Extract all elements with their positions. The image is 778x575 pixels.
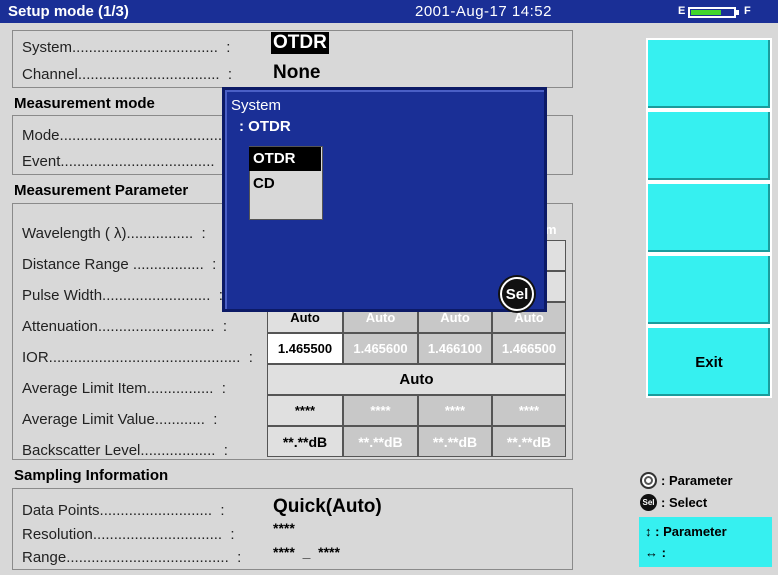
average-limit-value-cell-1[interactable]: **** [267, 395, 343, 426]
attenuation-label: Attenuation............................ … [22, 318, 228, 335]
battery-empty-label: E [678, 5, 686, 17]
average-limit-item-label: Average Limit Item................ : [22, 380, 226, 397]
channel-value[interactable]: None [273, 62, 321, 84]
mode-label: Mode....................................… [22, 127, 235, 144]
sel-button-label: Sel [505, 285, 529, 303]
legend-updown-label: : Parameter [655, 524, 727, 539]
range-label: Range...................................… [22, 549, 242, 566]
left-right-arrow-icon: ↔ [645, 545, 658, 560]
wavelength-label: Wavelength ( λ)................ : [22, 225, 206, 242]
measurement-parameter-title: Measurement Parameter [14, 182, 189, 199]
channel-label: Channel.................................… [22, 66, 233, 83]
battery-icon [688, 7, 736, 18]
up-down-arrow-icon: ↕ [645, 524, 652, 539]
average-limit-value-cell-3[interactable]: **** [418, 395, 492, 426]
battery-level [691, 10, 721, 15]
popup-option-otdr[interactable]: OTDR [249, 147, 321, 171]
pulse-width-label: Pulse Width.......................... : [22, 287, 223, 304]
system-select-popup: System : OTDR OTDR CD Sel [222, 87, 547, 312]
title-bar: Setup mode (1/3) 2001-Aug-17 14:52 E F [0, 0, 778, 23]
sel-button-icon[interactable]: Sel [500, 277, 534, 311]
function-key-3[interactable] [646, 182, 772, 254]
legend-parameter-label: : Parameter [661, 473, 733, 488]
function-key-1[interactable] [646, 38, 772, 110]
popup-current-value: : OTDR [239, 118, 291, 135]
range-value: **** _ **** [273, 544, 340, 560]
screen-title: Setup mode (1/3) [8, 3, 129, 20]
system-value[interactable]: OTDR [271, 32, 329, 54]
legend-leftright: ↔ : [645, 545, 666, 560]
measurement-mode-title: Measurement mode [14, 95, 155, 112]
backscatter-cell-4[interactable]: **.**dB [492, 426, 566, 457]
average-limit-value-cell-4[interactable]: **** [492, 395, 566, 426]
system-label: System..................................… [22, 39, 231, 56]
legend-arrow-box: ↕ : Parameter ↔ : [639, 517, 772, 567]
exit-button[interactable]: Exit [646, 326, 772, 398]
legend-parameter: : Parameter [640, 472, 733, 489]
distance-range-label: Distance Range ................. : [22, 256, 217, 273]
function-key-4[interactable] [646, 254, 772, 326]
backscatter-cell-2[interactable]: **.**dB [343, 426, 418, 457]
sampling-title: Sampling Information [14, 467, 169, 484]
average-limit-value-label: Average Limit Value............ : [22, 411, 218, 428]
battery-indicator: E F [678, 5, 751, 18]
backscatter-cell-1[interactable]: **.**dB [267, 426, 343, 457]
function-key-2[interactable] [646, 110, 772, 182]
backscatter-cell-3[interactable]: **.**dB [418, 426, 492, 457]
datetime: 2001-Aug-17 14:52 [415, 3, 552, 20]
ior-cell-4[interactable]: 1.466500 [492, 333, 566, 364]
average-limit-item-cell[interactable]: Auto [267, 364, 566, 395]
event-label: Event...................................… [22, 153, 228, 170]
resolution-value: **** [273, 520, 295, 536]
legend-sel-icon-label: Sel [642, 498, 655, 507]
popup-title: System [231, 97, 282, 114]
data-points-label: Data Points........................... : [22, 502, 225, 519]
ior-label: IOR.....................................… [22, 349, 253, 366]
legend-select: Sel : Select [640, 494, 707, 511]
backscatter-level-label: Backscatter Level.................. : [22, 442, 228, 459]
data-points-value: Quick(Auto) [273, 496, 382, 517]
ior-cell-3[interactable]: 1.466100 [418, 333, 492, 364]
average-limit-value-cell-2[interactable]: **** [343, 395, 418, 426]
resolution-label: Resolution..............................… [22, 526, 235, 543]
legend-select-label: : Select [661, 495, 708, 510]
popup-option-cd[interactable]: CD [249, 172, 321, 196]
battery-full-label: F [744, 5, 751, 17]
ior-cell-2[interactable]: 1.465600 [343, 333, 418, 364]
sel-icon: Sel [640, 494, 657, 511]
dial-icon [640, 472, 657, 489]
legend-updown: ↕ : Parameter [645, 524, 727, 539]
legend-leftright-label: : [661, 545, 666, 560]
battery-tip [736, 10, 739, 15]
ior-cell-1[interactable]: 1.465500 [267, 333, 343, 364]
